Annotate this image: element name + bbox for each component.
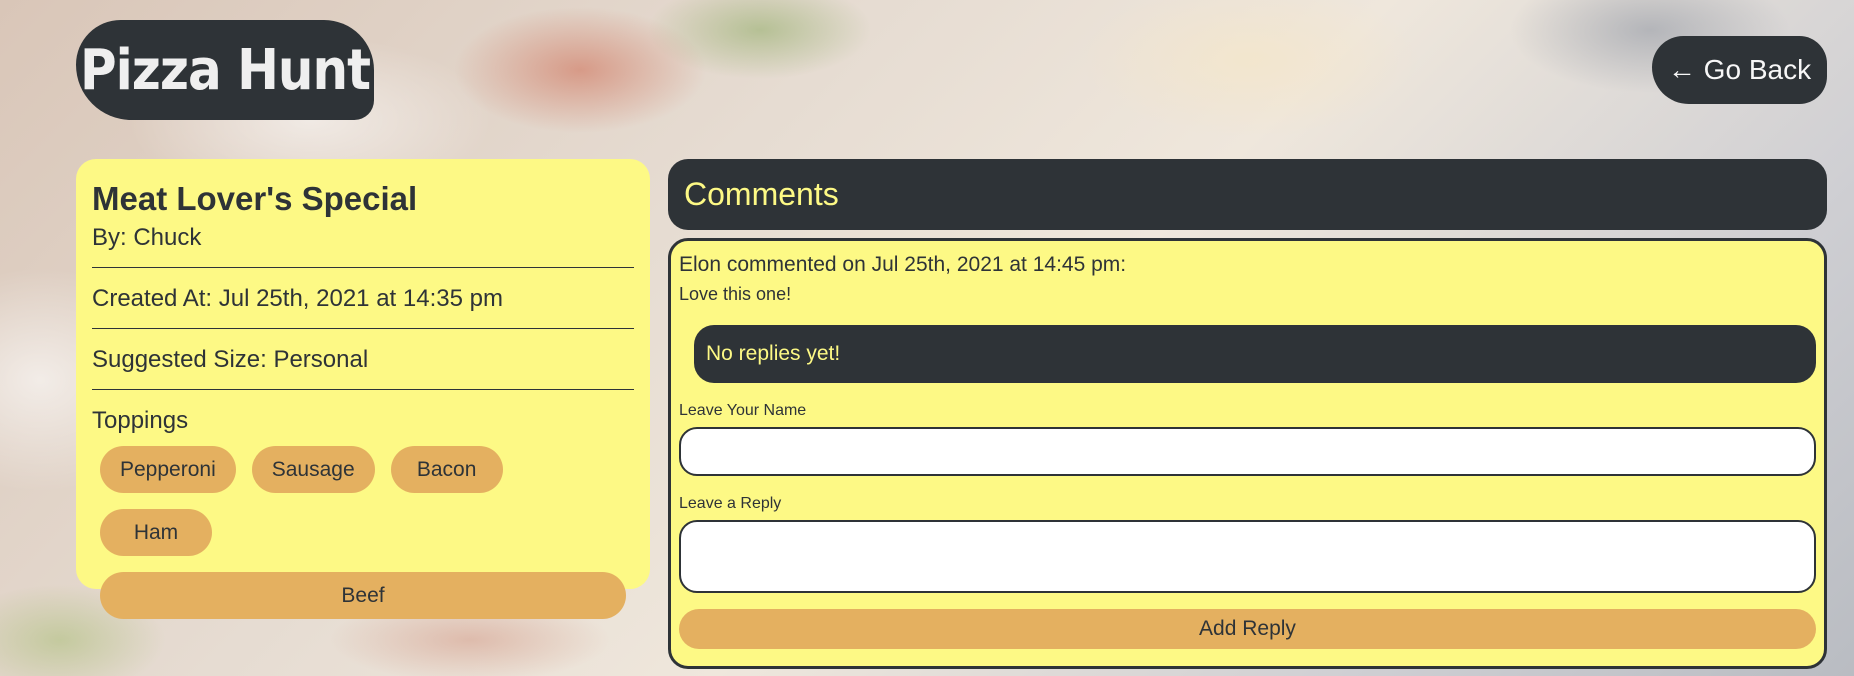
divider — [92, 267, 634, 268]
topping-ham: Ham — [100, 509, 212, 556]
toppings-list: Pepperoni Sausage Bacon Ham Beef — [92, 446, 634, 619]
divider — [92, 328, 634, 329]
suggested-size: Suggested Size: Personal — [92, 346, 369, 373]
topping-pepperoni: Pepperoni — [100, 446, 236, 493]
go-back-button[interactable]: ← Go Back — [1652, 36, 1827, 104]
reply-textarea[interactable] — [679, 520, 1816, 593]
name-input[interactable] — [679, 427, 1816, 476]
pizza-details-card: Meat Lover's Special By: Chuck Created A… — [76, 159, 650, 619]
comment-heading: Elon commented on Jul 25th, 2021 at 14:4… — [679, 253, 1127, 276]
comment-body: Love this one! — [679, 284, 792, 304]
comment-card: Elon commented on Jul 25th, 2021 at 14:4… — [668, 238, 1827, 669]
divider — [92, 389, 634, 390]
pizza-name: Meat Lover's Special — [92, 180, 418, 217]
created-at: Created At: Jul 25th, 2021 at 14:35 pm — [92, 285, 503, 312]
comments-title: Comments — [684, 176, 839, 212]
toppings-heading: Toppings — [92, 407, 189, 434]
topping-beef: Beef — [100, 572, 626, 619]
reply-label: Leave a Reply — [679, 495, 782, 512]
no-replies-text: No replies yet! — [706, 342, 841, 365]
name-label: Leave Your Name — [679, 402, 807, 419]
topping-sausage: Sausage — [251, 446, 375, 493]
topping-bacon: Bacon — [390, 446, 503, 493]
site-logo[interactable]: Pizza Hunt — [76, 20, 374, 120]
comments-header: Comments — [668, 159, 1827, 230]
replies-box: No replies yet! — [694, 325, 1816, 383]
pizza-author: By: Chuck — [92, 224, 202, 251]
logo-text: Pizza Hunt — [79, 37, 371, 103]
add-reply-button[interactable]: Add Reply — [679, 609, 1816, 649]
